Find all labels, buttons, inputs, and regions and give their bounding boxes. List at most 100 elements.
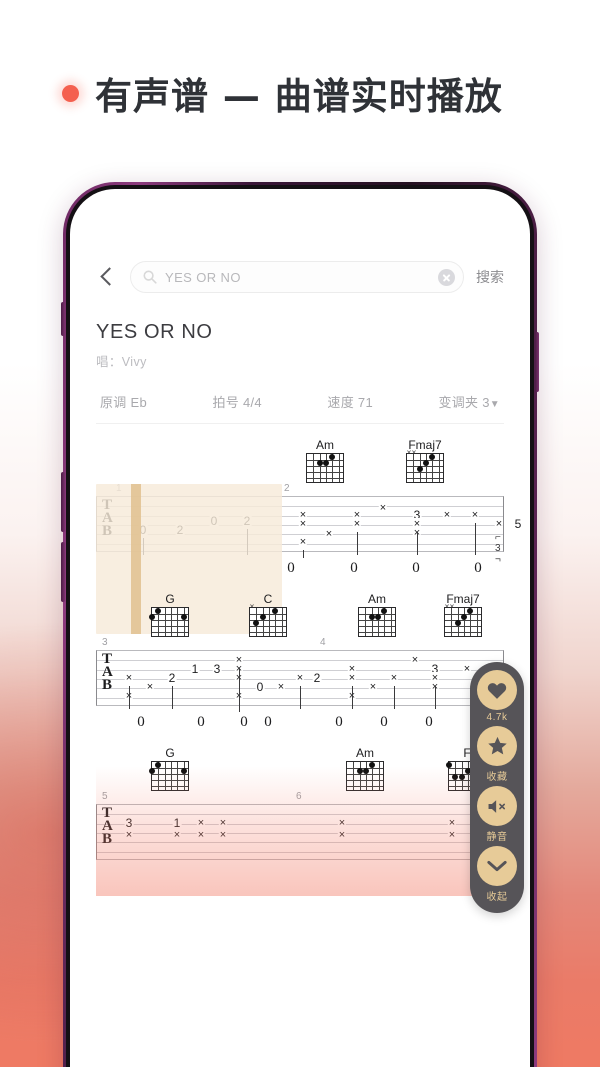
tab-note: × — [352, 518, 362, 530]
search-icon — [143, 270, 157, 284]
search-button[interactable]: 搜索 — [476, 267, 504, 287]
search-input[interactable]: YES OR NO — [130, 261, 464, 293]
chord-dot — [323, 460, 329, 466]
chord-diagram: Am — [358, 592, 396, 637]
tab-block: 12TAB0202×××××××3×××××5×⌐ 3 ¬0000 — [96, 483, 523, 588]
staff-line — [97, 660, 503, 662]
chevron-down-icon — [477, 846, 517, 886]
song-artist: 唱：Vivy — [96, 355, 147, 369]
tab-note: 0 — [209, 514, 219, 528]
like-button[interactable]: 4.7k — [477, 670, 517, 723]
score-system: G Am F 5 6 T A B 3 × 1 × × × × × × × × × — [96, 746, 504, 896]
chord-dot — [259, 614, 266, 620]
rhythm-number: 0 — [264, 714, 272, 730]
tab-block: 5 6 T A B 3 × 1 × × × × × × × × × — [96, 791, 504, 896]
song-title: YES OR NO — [96, 321, 213, 343]
staff-line — [97, 506, 503, 508]
measure-number: 2 — [284, 483, 290, 494]
meta-tempo[interactable]: 速度 71 — [327, 392, 373, 411]
rhythm-number: 0 — [380, 714, 388, 730]
staff-line — [97, 669, 503, 671]
tab-letters: TAB — [102, 805, 113, 847]
chord-dot — [363, 768, 369, 774]
phone-frame: YES OR NO 搜索 YES OR NO 唱：Vivy 原调 Eb 拍号 4… — [61, 182, 539, 1067]
tab-note: × — [447, 817, 457, 829]
chord-dot — [149, 768, 155, 774]
measure-number: 1 — [116, 483, 122, 494]
tab-note: × — [462, 663, 472, 675]
chord-dot — [454, 620, 461, 626]
phone-bezel: YES OR NO 搜索 YES OR NO 唱：Vivy 原调 Eb 拍号 4… — [66, 185, 534, 1067]
tab-note: × — [276, 681, 286, 693]
rhythm-row: 00000000 — [96, 706, 504, 742]
tab-note: × — [196, 817, 206, 829]
rhythm-number: 0 — [412, 560, 420, 576]
chord-diagram-grid — [149, 761, 189, 791]
tab-staff[interactable]: TAB×××213××××0××2××××××3×××× — [96, 650, 504, 712]
chord-dot — [452, 774, 459, 780]
tab-note: × — [378, 502, 388, 514]
tab-note: × — [389, 672, 399, 684]
chord-dot — [356, 768, 363, 774]
headline-text: 有声谱 — 曲谱实时播放 — [95, 75, 503, 118]
chord-name: G — [165, 746, 175, 760]
tab-note: × — [295, 672, 305, 684]
chord-dot — [429, 454, 436, 460]
tab-note: 0 — [255, 680, 265, 694]
tab-letters: TAB — [102, 651, 113, 693]
tab-note: × — [368, 681, 378, 693]
tab-note: × — [470, 509, 480, 521]
headline-dot-icon — [62, 84, 79, 102]
chord-dot — [155, 608, 162, 614]
meta-capo[interactable]: 变调夹 3▼ — [438, 392, 500, 411]
rhythm-number: 0 — [197, 714, 205, 730]
collapse-label: 收起 — [486, 892, 508, 903]
tab-note: × — [172, 829, 182, 841]
rhythm-number: 0 — [474, 560, 482, 576]
meta-key[interactable]: 原调 Eb — [100, 392, 147, 411]
top-bar: YES OR NO 搜索 — [96, 189, 504, 293]
chord-dot — [423, 460, 429, 466]
tab-block: 34TAB×××213××××0××2××××××3××××00000000 — [96, 637, 504, 742]
chord-diagram-grid — [249, 607, 287, 637]
rhythm-row: 0 0 0 0 — [96, 552, 504, 588]
star-icon — [477, 726, 517, 766]
chord-name: Am — [356, 746, 374, 760]
favorite-label: 收藏 — [486, 772, 508, 783]
favorite-button[interactable]: 收藏 — [477, 726, 517, 783]
tab-note: 2 — [312, 671, 322, 685]
tab-staff[interactable]: TAB0202×××××××3×××××5×⌐ 3 ¬ — [96, 496, 523, 565]
chord-diagram-grid — [306, 453, 344, 483]
tab-note: × — [218, 817, 228, 829]
back-icon[interactable] — [96, 266, 118, 288]
chord-diagram: G — [149, 592, 189, 637]
tab-note: 3 — [124, 816, 134, 830]
tab-note: × — [442, 509, 452, 521]
tab-score[interactable]: AmFmaj7xx12TAB0202×××××××3×××××5×⌐ 3 ¬00… — [96, 438, 523, 896]
clear-icon[interactable] — [438, 268, 455, 286]
tab-note: × — [218, 829, 228, 841]
chord-diagram-grid — [346, 761, 384, 791]
score-system: AmFmaj7xx12TAB0202×××××××3×××××5×⌐ 3 ¬00… — [96, 438, 523, 634]
rhythm-number: 0 — [350, 560, 358, 576]
staff-line — [97, 814, 503, 816]
measure-number: 3 — [102, 637, 108, 648]
tab-note: × — [124, 829, 134, 841]
mute-button[interactable]: 静音 — [477, 786, 517, 843]
rhythm-number: 0 — [287, 560, 295, 576]
collapse-button[interactable]: 收起 — [477, 846, 517, 903]
chord-dot — [467, 608, 474, 614]
tab-staff[interactable]: T A B 3 × 1 × × × × × × × × × — [96, 804, 504, 860]
chord-name: G — [165, 592, 175, 606]
note-stem — [475, 523, 477, 555]
meta-timesig[interactable]: 拍号 4/4 — [212, 392, 261, 411]
chord-name: Am — [368, 592, 386, 606]
like-count: 4.7k — [486, 712, 508, 723]
measure-number: 4 — [320, 637, 326, 648]
chord-diagram: Fmaj7xx — [406, 438, 444, 483]
chord-diagram-grid — [149, 607, 189, 637]
chord-diagram: Am — [306, 438, 344, 483]
tab-note: × — [337, 829, 347, 841]
chord-diagram-grid — [358, 607, 396, 637]
chord-dot — [375, 614, 381, 620]
